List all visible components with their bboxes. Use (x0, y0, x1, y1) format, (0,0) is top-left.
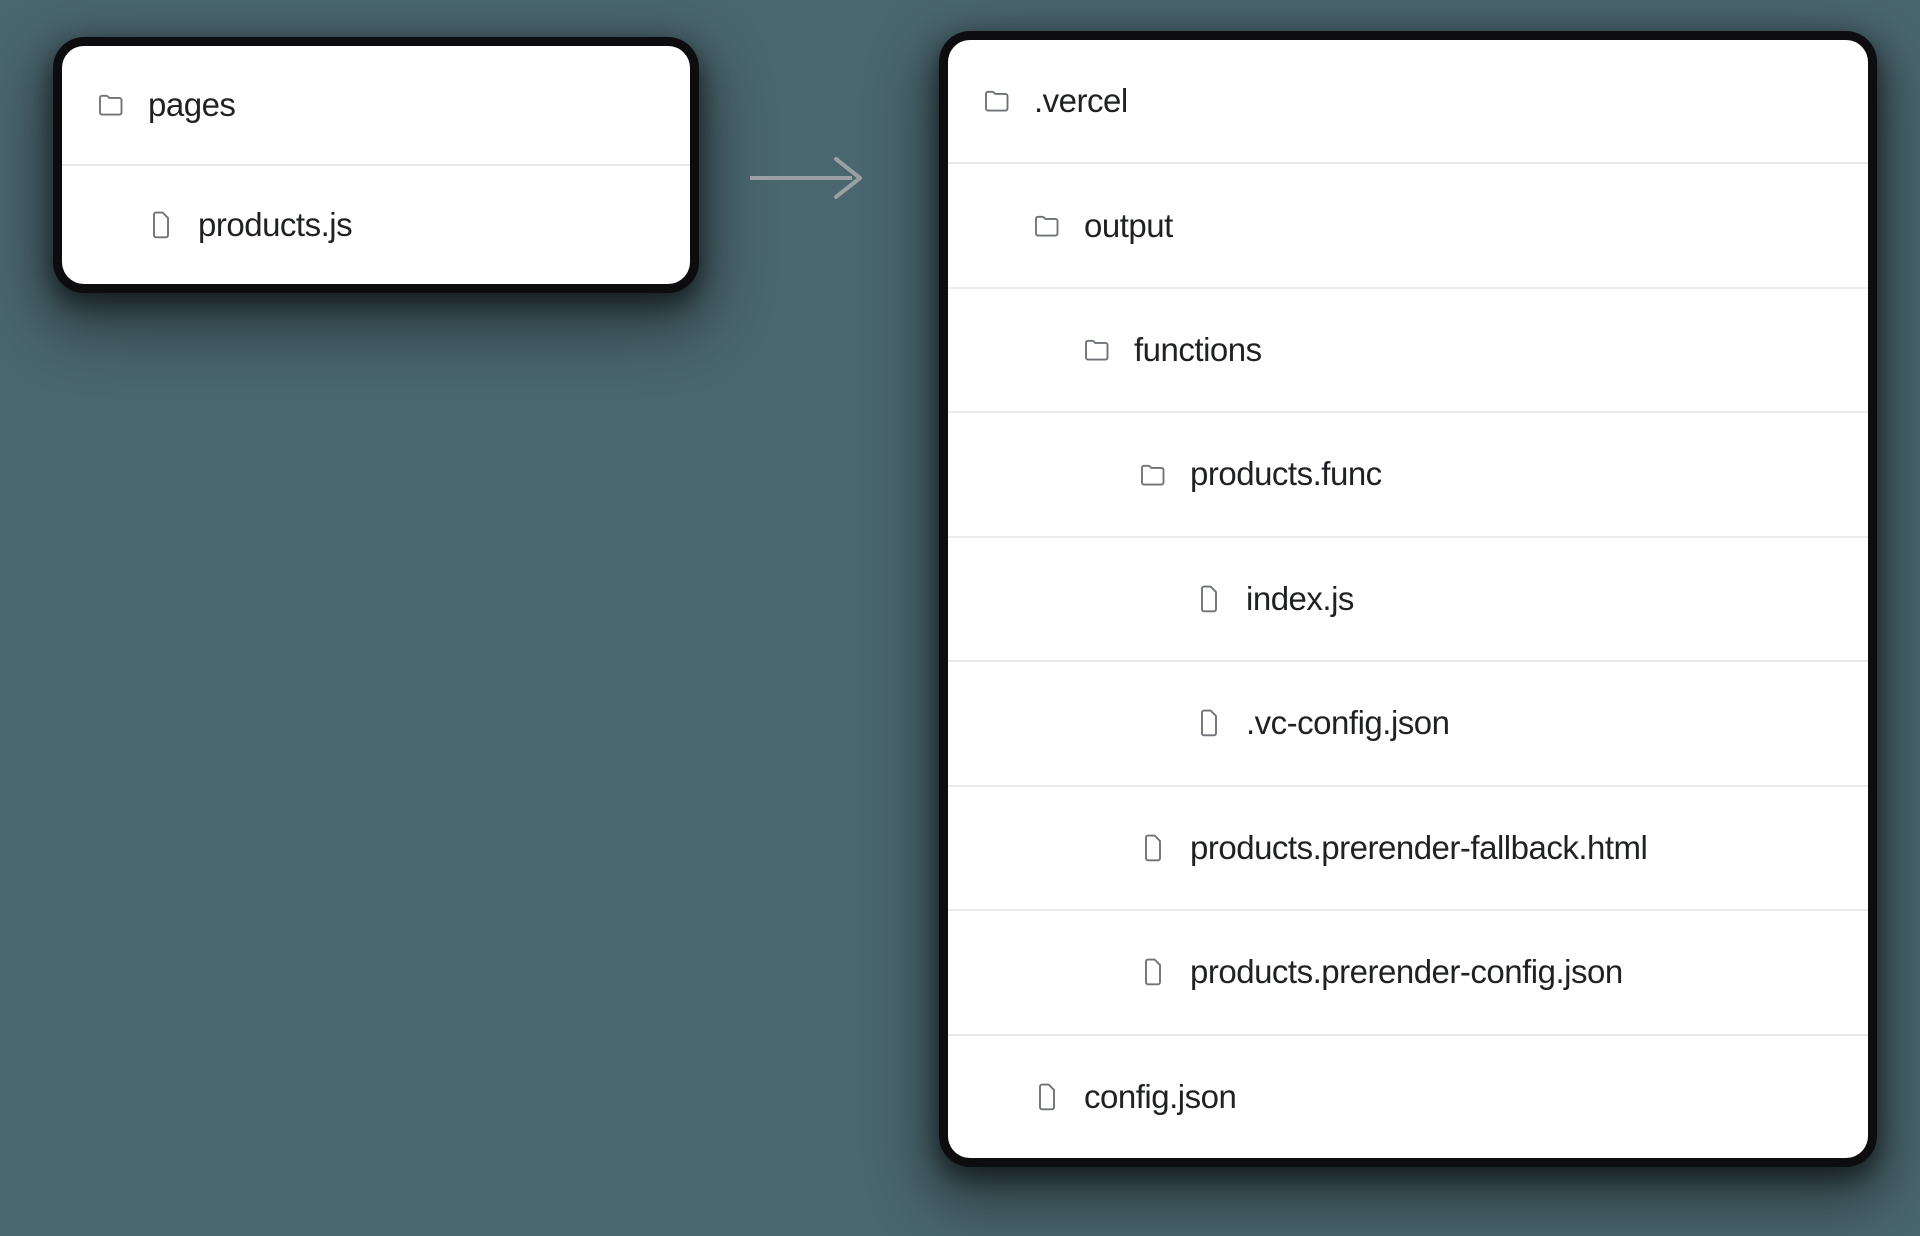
tree-row-label: output (1084, 206, 1173, 244)
folder-icon (1032, 211, 1062, 241)
source-file-tree-panel: pages products.js (62, 46, 690, 284)
tree-row-label: products.func (1190, 455, 1382, 493)
tree-row-folder[interactable]: output (948, 162, 1868, 286)
tree-row-file[interactable]: products.prerender-fallback.html (948, 784, 1868, 909)
tree-row-folder[interactable]: functions (948, 286, 1868, 411)
file-icon (1138, 957, 1168, 987)
file-icon (1194, 708, 1224, 738)
tree-row-label: products.prerender-fallback.html (1190, 828, 1648, 866)
tree-row-label: .vercel (1034, 82, 1128, 120)
transform-arrow-icon (748, 148, 868, 208)
folder-icon (1138, 460, 1168, 490)
file-icon (146, 210, 176, 240)
source-tree-list: pages products.js (62, 46, 690, 284)
tree-row-label: pages (148, 85, 236, 123)
output-file-tree-panel: .vercel output functions products.func index… (948, 40, 1868, 1158)
folder-icon (96, 90, 126, 120)
tree-row-label: functions (1134, 330, 1262, 368)
tree-row-file[interactable]: products.prerender-config.json (948, 909, 1868, 1033)
tree-row-folder[interactable]: pages (62, 46, 690, 164)
file-icon (1194, 584, 1224, 614)
folder-icon (1082, 335, 1112, 365)
file-icon (1032, 1082, 1062, 1112)
tree-row-label: products.prerender-config.json (1190, 953, 1623, 991)
tree-row-label: config.json (1084, 1077, 1237, 1115)
tree-row-file[interactable]: .vc-config.json (948, 660, 1868, 784)
tree-row-file[interactable]: products.js (62, 164, 690, 284)
tree-row-folder[interactable]: .vercel (948, 40, 1868, 162)
diagram-canvas: pages products.js .vercel output functions p… (0, 0, 1920, 1236)
output-tree-list: .vercel output functions products.func index… (948, 40, 1868, 1158)
tree-row-label: .vc-config.json (1246, 704, 1450, 742)
folder-icon (982, 86, 1012, 116)
tree-row-file[interactable]: index.js (948, 535, 1868, 660)
file-icon (1138, 833, 1168, 863)
tree-row-folder[interactable]: products.func (948, 411, 1868, 535)
tree-row-label: products.js (198, 205, 353, 243)
tree-row-file[interactable]: config.json (948, 1033, 1868, 1158)
tree-row-label: index.js (1246, 579, 1354, 617)
